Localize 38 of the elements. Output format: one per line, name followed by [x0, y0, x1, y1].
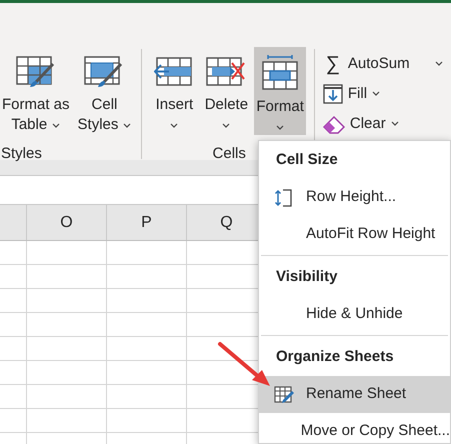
row-height-icon — [274, 188, 294, 208]
column-header[interactable]: O — [60, 210, 73, 234]
menu-item[interactable]: Hide & Unhide — [259, 296, 450, 333]
cell-brush-icon — [84, 56, 124, 88]
column-header[interactable]: Q — [220, 210, 233, 234]
clear-button[interactable]: Clear — [322, 111, 443, 137]
insert-cells-icon — [154, 57, 194, 87]
menu-section-header: Cell Size — [275, 150, 339, 170]
menu-item[interactable]: AutoFit Row Height — [259, 216, 450, 253]
rename-sheet-icon — [274, 384, 294, 404]
eraser-icon — [322, 114, 345, 134]
chevron-down-icon — [170, 122, 178, 128]
delete-button[interactable]: Delete — [202, 47, 250, 135]
group-label: Cells — [212, 144, 246, 164]
group-label: Styles — [1, 144, 42, 164]
delete-cells-icon — [206, 57, 246, 87]
chevron-down-icon — [276, 124, 284, 130]
menu-item[interactable]: Rename Sheet — [259, 376, 450, 413]
menu-item[interactable]: Move or Copy Sheet... — [259, 413, 450, 443]
chevron-down-icon — [52, 122, 60, 128]
row-format-icon — [260, 55, 300, 91]
table-brush-icon — [16, 56, 56, 88]
insert-button[interactable]: Insert — [150, 47, 198, 135]
menu-section-header: Organize Sheets — [275, 346, 395, 367]
chevron-down-icon — [222, 122, 230, 128]
chevron-down-icon — [123, 122, 132, 128]
autosum-button[interactable]: ∑ AutoSum — [322, 51, 443, 77]
fill-down-icon — [322, 84, 343, 104]
fill-button[interactable]: Fill — [322, 81, 443, 107]
format-button[interactable]: Format — [254, 47, 306, 135]
menu-section-header: Visibility — [275, 266, 338, 287]
cell-styles-button[interactable]: Cell Styles — [76, 47, 134, 135]
chevron-down-icon — [390, 121, 399, 126]
chevron-down-icon — [372, 91, 380, 96]
column-header[interactable]: P — [141, 210, 152, 234]
format-table-button[interactable]: Format as Table — [0, 47, 72, 135]
chevron-down-icon — [434, 61, 443, 66]
menu-item[interactable]: Row Height... — [259, 179, 450, 216]
